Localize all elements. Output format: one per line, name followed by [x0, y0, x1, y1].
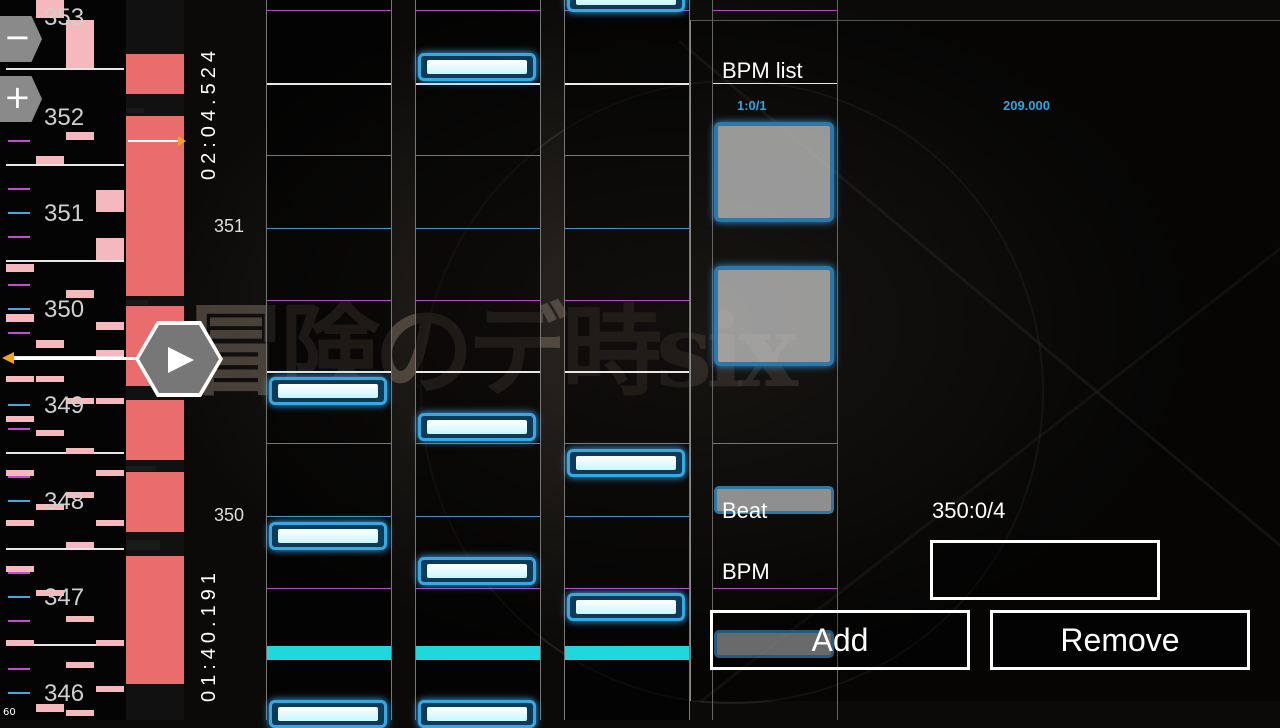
measure-number: 353: [44, 4, 85, 31]
measure-number: 351: [44, 200, 85, 227]
beat-value: 350:0/4: [932, 498, 1006, 523]
beat-label: Beat: [722, 498, 768, 523]
measure-number: 346: [44, 680, 85, 707]
lane-3[interactable]: [564, 0, 690, 720]
add-bpm-button[interactable]: Add: [710, 610, 970, 670]
position-arrow-icon: [178, 136, 186, 146]
bpm-list-title: BPM list: [722, 58, 803, 83]
time-label-top: 02:04.524: [198, 46, 220, 180]
lane-measure-label: 350: [214, 505, 245, 525]
remove-bpm-button[interactable]: Remove: [990, 610, 1250, 670]
note[interactable]: [269, 377, 387, 405]
bpm-entry-value[interactable]: 209.000: [1003, 98, 1050, 113]
ghost-note: [714, 122, 834, 222]
bpm-label: BPM: [722, 559, 770, 584]
note[interactable]: [567, 0, 685, 12]
ghost-note: [714, 266, 834, 366]
time-label-bottom: 01:40.191: [198, 568, 220, 702]
lane-1[interactable]: [266, 0, 392, 728]
note[interactable]: [269, 522, 387, 550]
play-icon: [168, 347, 194, 373]
note[interactable]: [418, 53, 536, 81]
position-marker: [128, 140, 180, 142]
bpm-entry-position[interactable]: 1:0/1: [737, 98, 767, 113]
note[interactable]: [418, 700, 536, 728]
bpm-input[interactable]: [930, 540, 1160, 600]
note[interactable]: [418, 557, 536, 585]
corner-counter: 60: [3, 707, 16, 718]
lane-measure-label: 351: [214, 216, 245, 236]
note[interactable]: [567, 449, 685, 477]
judge-line: [267, 646, 391, 660]
playhead-line[interactable]: [10, 357, 138, 360]
measure-number: 350: [44, 296, 85, 323]
judge-line: [565, 646, 689, 660]
note[interactable]: [269, 700, 387, 728]
note[interactable]: [418, 413, 536, 441]
judge-line: [416, 646, 540, 660]
measure-number: 348: [44, 488, 85, 515]
measure-number: 349: [44, 392, 85, 419]
note[interactable]: [567, 593, 685, 621]
measure-number: 347: [44, 584, 85, 611]
measure-number: 352: [44, 104, 85, 131]
lane-2[interactable]: [415, 0, 541, 728]
playhead-arrow-icon: [2, 352, 14, 364]
